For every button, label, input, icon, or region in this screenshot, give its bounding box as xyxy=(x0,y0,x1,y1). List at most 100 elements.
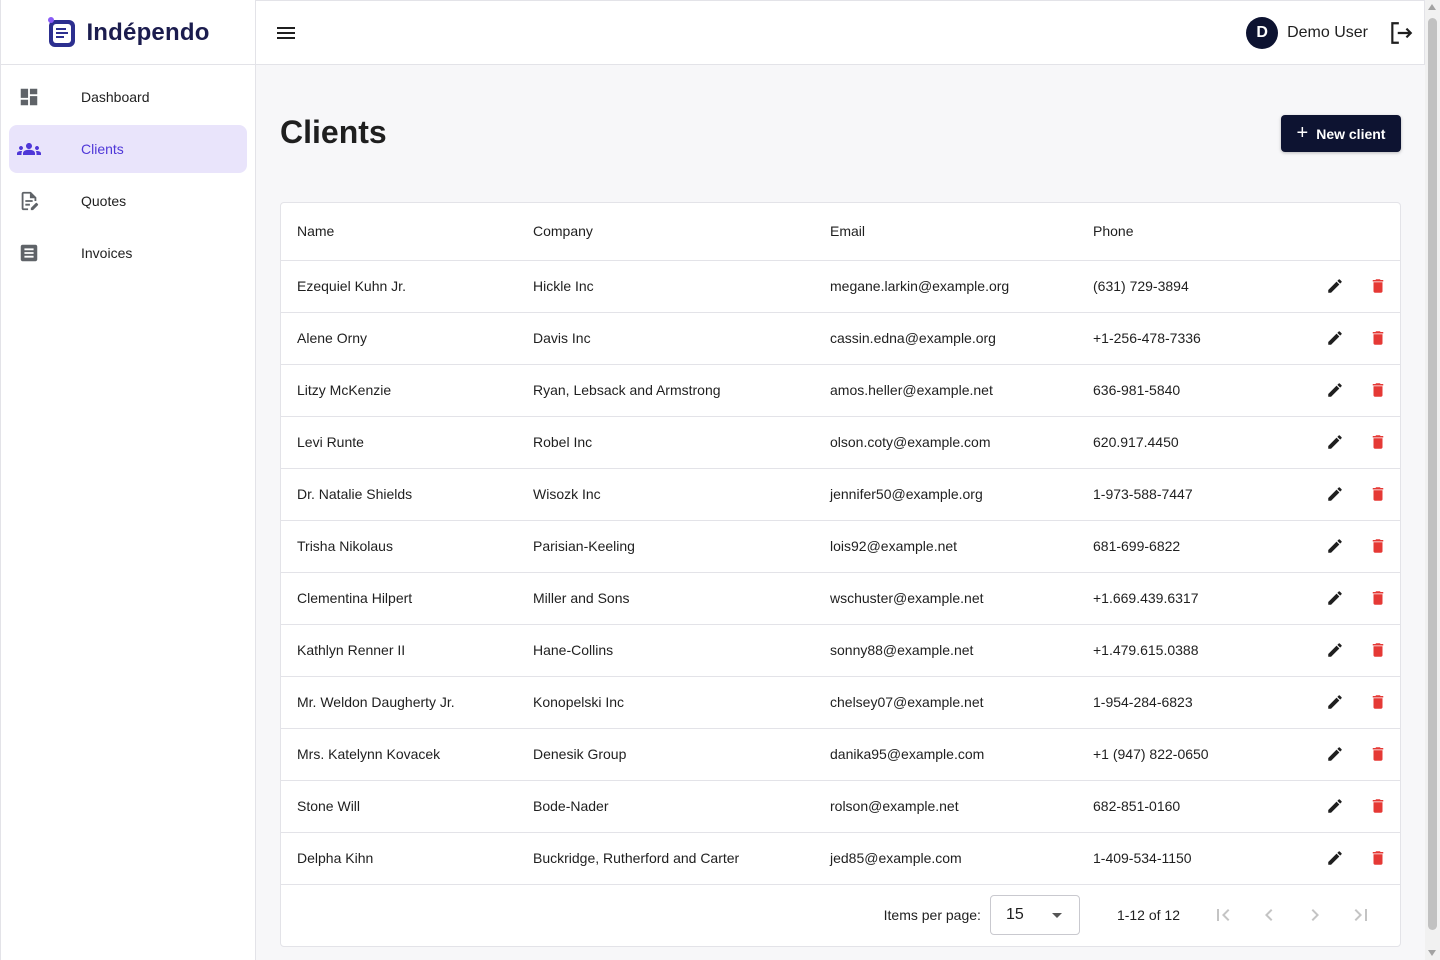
cell-phone: +1.669.439.6317 xyxy=(1093,572,1306,625)
cell-company: Wisozk Inc xyxy=(533,468,830,521)
edit-button[interactable] xyxy=(1323,482,1347,506)
edit-button[interactable] xyxy=(1323,690,1347,714)
items-per-page-select[interactable]: 15 xyxy=(989,895,1080,935)
brand-name: Indépendo xyxy=(86,19,210,46)
page-scrollbar[interactable] xyxy=(1425,0,1440,960)
edit-button[interactable] xyxy=(1323,586,1347,610)
sidebar-item-dashboard[interactable]: Dashboard xyxy=(9,73,247,121)
pencil-icon xyxy=(1328,591,1342,605)
table-row[interactable]: Clementina Hilpert Miller and Sons wschu… xyxy=(281,572,1400,625)
edit-button[interactable] xyxy=(1323,846,1347,870)
delete-button[interactable] xyxy=(1366,638,1390,662)
cell-company: Konopelski Inc xyxy=(533,676,830,729)
cell-actions xyxy=(1306,520,1400,573)
delete-button[interactable] xyxy=(1366,274,1390,298)
edit-button[interactable] xyxy=(1323,638,1347,662)
cell-phone: 1-954-284-6823 xyxy=(1093,676,1306,729)
table-row[interactable]: Litzy McKenzie Ryan, Lebsack and Armstro… xyxy=(281,364,1400,417)
table-row[interactable]: Stone Will Bode-Nader rolson@example.net… xyxy=(281,780,1400,833)
column-header-phone: Phone xyxy=(1093,203,1306,261)
table-row[interactable]: Kathlyn Renner II Hane-Collins sonny88@e… xyxy=(281,624,1400,677)
sidebar-item-clients[interactable]: Clients xyxy=(9,125,247,173)
trash-icon xyxy=(1372,695,1384,709)
scroll-down-arrow-icon[interactable] xyxy=(1428,950,1436,956)
logout-button[interactable] xyxy=(1388,20,1414,46)
table-row[interactable]: Trisha Nikolaus Parisian-Keeling lois92@… xyxy=(281,520,1400,573)
sidebar-item-quotes[interactable]: Quotes xyxy=(9,177,247,225)
logout-icon xyxy=(1391,22,1413,44)
trash-icon xyxy=(1372,747,1384,761)
sidebar-item-label: Clients xyxy=(81,141,124,157)
user-name: Demo User xyxy=(1287,24,1368,41)
pencil-icon xyxy=(1328,747,1342,761)
cell-company: Hickle Inc xyxy=(533,260,830,313)
chevron-right-icon xyxy=(1311,909,1319,921)
logo[interactable]: Indépendo xyxy=(1,0,255,65)
delete-button[interactable] xyxy=(1366,794,1390,818)
first-page-button[interactable] xyxy=(1200,895,1246,935)
delete-button[interactable] xyxy=(1366,326,1390,350)
cell-company: Ryan, Lebsack and Armstrong xyxy=(533,364,830,417)
cell-phone: 681-699-6822 xyxy=(1093,520,1306,573)
trash-icon xyxy=(1372,435,1384,449)
delete-button[interactable] xyxy=(1366,690,1390,714)
delete-button[interactable] xyxy=(1366,742,1390,766)
cell-name: Levi Runte xyxy=(281,416,533,469)
trash-icon xyxy=(1372,591,1384,605)
first-page-icon xyxy=(1217,909,1230,921)
trash-icon xyxy=(1372,643,1384,657)
new-client-button-label: New client xyxy=(1316,125,1386,142)
last-page-button[interactable] xyxy=(1338,895,1384,935)
edit-button[interactable] xyxy=(1323,326,1347,350)
cell-company: Miller and Sons xyxy=(533,572,830,625)
page-title: Clients xyxy=(280,114,387,150)
edit-button[interactable] xyxy=(1323,534,1347,558)
dashboard-icon xyxy=(17,85,41,109)
clients-table: Name Company Email Phone Ezequiel Kuhn J… xyxy=(281,203,1400,885)
table-row[interactable]: Levi Runte Robel Inc olson.coty@example.… xyxy=(281,416,1400,469)
sidebar-item-invoices[interactable]: Invoices xyxy=(9,229,247,277)
pencil-icon xyxy=(1328,799,1342,813)
table-row[interactable]: Mrs. Katelynn Kovacek Denesik Group dani… xyxy=(281,728,1400,781)
receipt-icon xyxy=(17,241,41,265)
cell-email: amos.heller@example.net xyxy=(830,364,1093,417)
cell-email: megane.larkin@example.org xyxy=(830,260,1093,313)
delete-button[interactable] xyxy=(1366,482,1390,506)
delete-button[interactable] xyxy=(1366,378,1390,402)
delete-button[interactable] xyxy=(1366,586,1390,610)
edit-button[interactable] xyxy=(1323,430,1347,454)
menu-toggle-button[interactable] xyxy=(274,21,298,45)
new-client-button[interactable]: + New client xyxy=(1281,115,1401,152)
table-row[interactable]: Alene Orny Davis Inc cassin.edna@example… xyxy=(281,312,1400,365)
cell-actions xyxy=(1306,832,1400,885)
column-header-company: Company xyxy=(533,203,830,261)
clients-table-card: Name Company Email Phone Ezequiel Kuhn J… xyxy=(280,202,1401,947)
cell-phone: 636-981-5840 xyxy=(1093,364,1306,417)
delete-button[interactable] xyxy=(1366,534,1390,558)
pagination-range: 1-12 of 12 xyxy=(1116,907,1180,923)
edit-button[interactable] xyxy=(1323,378,1347,402)
cell-actions xyxy=(1306,676,1400,729)
delete-button[interactable] xyxy=(1366,846,1390,870)
user-menu[interactable]: D Demo User xyxy=(1246,17,1368,49)
scroll-up-arrow-icon[interactable] xyxy=(1428,4,1436,10)
edit-button[interactable] xyxy=(1323,742,1347,766)
cell-company: Hane-Collins xyxy=(533,624,830,677)
next-page-button[interactable] xyxy=(1292,895,1338,935)
table-row[interactable]: Delpha Kihn Buckridge, Rutherford and Ca… xyxy=(281,832,1400,885)
edit-button[interactable] xyxy=(1323,274,1347,298)
logo-icon xyxy=(48,17,76,47)
previous-page-button[interactable] xyxy=(1246,895,1292,935)
delete-button[interactable] xyxy=(1366,430,1390,454)
sidebar-item-label: Quotes xyxy=(81,193,127,209)
cell-company: Robel Inc xyxy=(533,416,830,469)
table-row[interactable]: Ezequiel Kuhn Jr. Hickle Inc megane.lark… xyxy=(281,260,1400,313)
edit-button[interactable] xyxy=(1323,794,1347,818)
plus-icon: + xyxy=(1296,121,1309,144)
cell-name: Ezequiel Kuhn Jr. xyxy=(281,260,533,313)
table-row[interactable]: Dr. Natalie Shields Wisozk Inc jennifer5… xyxy=(281,468,1400,521)
cell-actions xyxy=(1306,364,1400,417)
scrollbar-thumb[interactable] xyxy=(1428,18,1437,930)
items-per-page-label: Items per page: xyxy=(883,907,981,923)
table-row[interactable]: Mr. Weldon Daugherty Jr. Konopelski Inc … xyxy=(281,676,1400,729)
